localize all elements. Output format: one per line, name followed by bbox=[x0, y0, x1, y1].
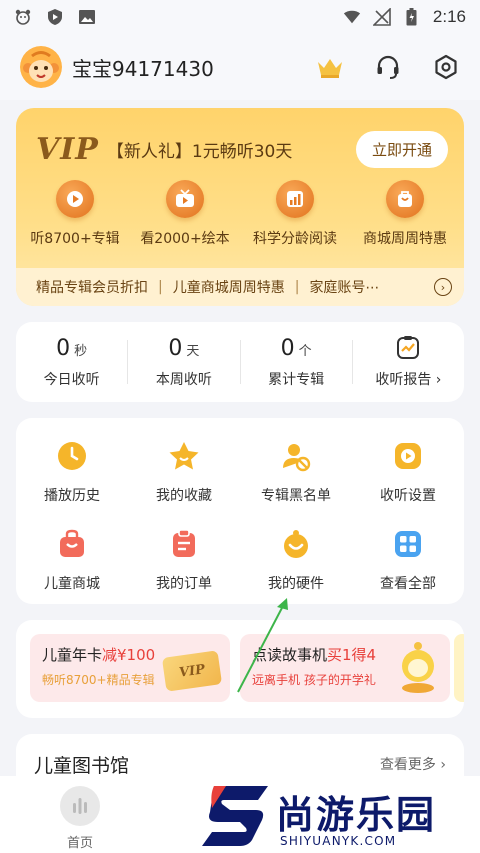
promo-highlight: 买1得4 bbox=[327, 646, 377, 664]
grid-label: 我的订单 bbox=[156, 576, 212, 592]
tv-play-icon bbox=[166, 180, 204, 218]
grid-label: 播放历史 bbox=[44, 488, 100, 504]
clock-icon bbox=[55, 439, 89, 473]
settings-icon[interactable] bbox=[432, 53, 460, 81]
vip-strip-item: 精品专辑会员折扣 bbox=[36, 280, 148, 296]
promo-title-text: 儿童年卡 bbox=[42, 646, 103, 664]
user-block-icon bbox=[279, 439, 313, 473]
stat-value: 0 bbox=[56, 335, 71, 361]
shopping-bag-icon bbox=[386, 180, 424, 218]
promo-next-peek bbox=[454, 634, 464, 702]
vip-benefit-label: 商城周周特惠 bbox=[363, 231, 447, 247]
stat-unit: 天 bbox=[186, 343, 200, 359]
home-icon bbox=[60, 786, 100, 826]
stat-label: 累计专辑 bbox=[268, 371, 325, 388]
profile-header: 宝宝94171430 bbox=[0, 34, 480, 100]
function-grid: 播放历史 我的收藏 专辑黑名单 收听设置 儿童商城 我的订单 我的硬件 查看全部 bbox=[16, 418, 464, 604]
vip-promo-text: 【新人礼】1元畅听30天 bbox=[106, 141, 293, 162]
status-bar: 2:16 bbox=[0, 0, 480, 34]
tab-home[interactable]: 首页 bbox=[56, 786, 104, 851]
chart-icon bbox=[276, 180, 314, 218]
promo-banners: 儿童年卡减¥100 畅听8700+精品专辑 VIP 点读故事机买1得4 远离手机… bbox=[16, 620, 464, 718]
battery-icon bbox=[403, 8, 421, 26]
username[interactable]: 宝宝94171430 bbox=[72, 53, 214, 82]
stat-week: 0天 本周收听 bbox=[128, 336, 239, 389]
shopping-bag-icon bbox=[55, 527, 89, 561]
grid-item-kids-mall[interactable]: 儿童商城 bbox=[16, 516, 128, 604]
stat-albums: 0个 累计专辑 bbox=[241, 336, 352, 389]
grid-label: 收听设置 bbox=[380, 488, 436, 504]
vip-strip-separator: | bbox=[158, 279, 163, 295]
vip-strip-separator: | bbox=[294, 279, 300, 295]
play-icon bbox=[56, 180, 94, 218]
grid-label: 专辑黑名单 bbox=[261, 488, 331, 504]
story-machine-image bbox=[402, 642, 434, 693]
stat-unit: 秒 bbox=[74, 343, 88, 359]
grid-label: 我的收藏 bbox=[156, 488, 212, 504]
vip-benefit-label: 听8700+专辑 bbox=[30, 231, 120, 247]
vip-open-button[interactable]: 立即开通 bbox=[355, 130, 448, 168]
grid-item-my-hardware[interactable]: 我的硬件 bbox=[240, 516, 352, 604]
promo-highlight: 减¥100 bbox=[102, 646, 156, 664]
headset-service-icon[interactable] bbox=[374, 53, 402, 81]
vip-benefit-label: 科学分龄阅读 bbox=[253, 231, 337, 247]
grid-item-blacklist[interactable]: 专辑黑名单 bbox=[240, 428, 352, 516]
wifi-icon bbox=[343, 8, 361, 26]
grid-item-orders[interactable]: 我的订单 bbox=[128, 516, 240, 604]
report-icon bbox=[395, 335, 421, 361]
clock-time: 2:16 bbox=[432, 7, 466, 26]
vip-benefit-reading[interactable]: 科学分龄阅读 bbox=[240, 180, 350, 248]
vip-benefit-picturebooks[interactable]: 看2000+绘本 bbox=[130, 180, 240, 248]
vip-card: VIP 【新人礼】1元畅听30天 立即开通 听8700+专辑 看2000+绘本 … bbox=[16, 108, 464, 306]
order-icon bbox=[167, 527, 201, 561]
listening-stats: 0秒 今日收听 0天 本周收听 0个 累计专辑 收听报告 › bbox=[16, 322, 464, 402]
tab-label: 首页 bbox=[66, 836, 93, 851]
promo-annual-card[interactable]: 儿童年卡减¥100 畅听8700+精品专辑 VIP bbox=[30, 634, 230, 702]
watermark-text: 尚游乐园 bbox=[276, 793, 437, 837]
watermark: 尚游乐园 SHIYUANYK.COM bbox=[200, 780, 476, 852]
grid-item-history[interactable]: 播放历史 bbox=[16, 428, 128, 516]
settings-play-icon bbox=[391, 439, 425, 473]
watermark-url: SHIYUANYK.COM bbox=[280, 834, 397, 848]
bear-icon bbox=[14, 8, 32, 26]
grid-label: 查看全部 bbox=[380, 576, 436, 592]
stat-value: 0 bbox=[280, 335, 295, 361]
chevron-right-icon[interactable]: › bbox=[434, 278, 452, 296]
grid-item-favorites[interactable]: 我的收藏 bbox=[128, 428, 240, 516]
grid-item-listening-settings[interactable]: 收听设置 bbox=[352, 428, 464, 516]
vip-strip-item: 家庭账号⋯ bbox=[309, 280, 380, 296]
stat-unit: 个 bbox=[298, 343, 312, 359]
smile-device-icon bbox=[279, 527, 313, 561]
stat-label: 本周收听 bbox=[155, 371, 212, 388]
promo-story-machine[interactable]: 点读故事机买1得4 远离手机 孩子的开学礼 bbox=[240, 634, 450, 702]
grid-label: 我的硬件 bbox=[268, 576, 324, 592]
avatar[interactable] bbox=[20, 46, 62, 88]
promo-title-text: 点读故事机 bbox=[252, 646, 328, 664]
report-label: 收听报告 › bbox=[375, 372, 442, 388]
grid-label: 儿童商城 bbox=[44, 576, 100, 592]
vip-benefit-strip[interactable]: 精品专辑会员折扣 | 儿童商城周周特惠 | 家庭账号⋯ › bbox=[16, 268, 464, 306]
stat-label: 今日收听 bbox=[43, 371, 100, 388]
view-more-link[interactable]: 查看更多 › bbox=[380, 754, 446, 774]
crown-icon[interactable] bbox=[316, 53, 344, 81]
image-icon bbox=[78, 8, 96, 26]
grid-item-view-all[interactable]: 查看全部 bbox=[352, 516, 464, 604]
report-label-text: 收听报告 bbox=[375, 372, 432, 388]
shield-play-icon bbox=[46, 8, 64, 26]
stat-today: 0秒 今日收听 bbox=[16, 336, 127, 389]
section-title: 儿童图书馆 bbox=[34, 754, 130, 777]
no-signal-icon bbox=[372, 8, 391, 26]
view-more-text: 查看更多 bbox=[379, 757, 436, 773]
watermark-logo bbox=[202, 786, 268, 846]
grid-icon bbox=[391, 527, 425, 561]
vip-strip-item: 儿童商城周周特惠 bbox=[172, 280, 285, 296]
vip-benefit-label: 看2000+绘本 bbox=[140, 231, 230, 247]
star-icon bbox=[167, 439, 201, 473]
vip-benefit-albums[interactable]: 听8700+专辑 bbox=[20, 180, 130, 248]
listening-report-button[interactable]: 收听报告 › bbox=[353, 335, 464, 389]
stat-value: 0 bbox=[168, 335, 183, 361]
vip-benefit-mall[interactable]: 商城周周特惠 bbox=[350, 180, 460, 248]
vip-logo: VIP bbox=[36, 131, 99, 167]
